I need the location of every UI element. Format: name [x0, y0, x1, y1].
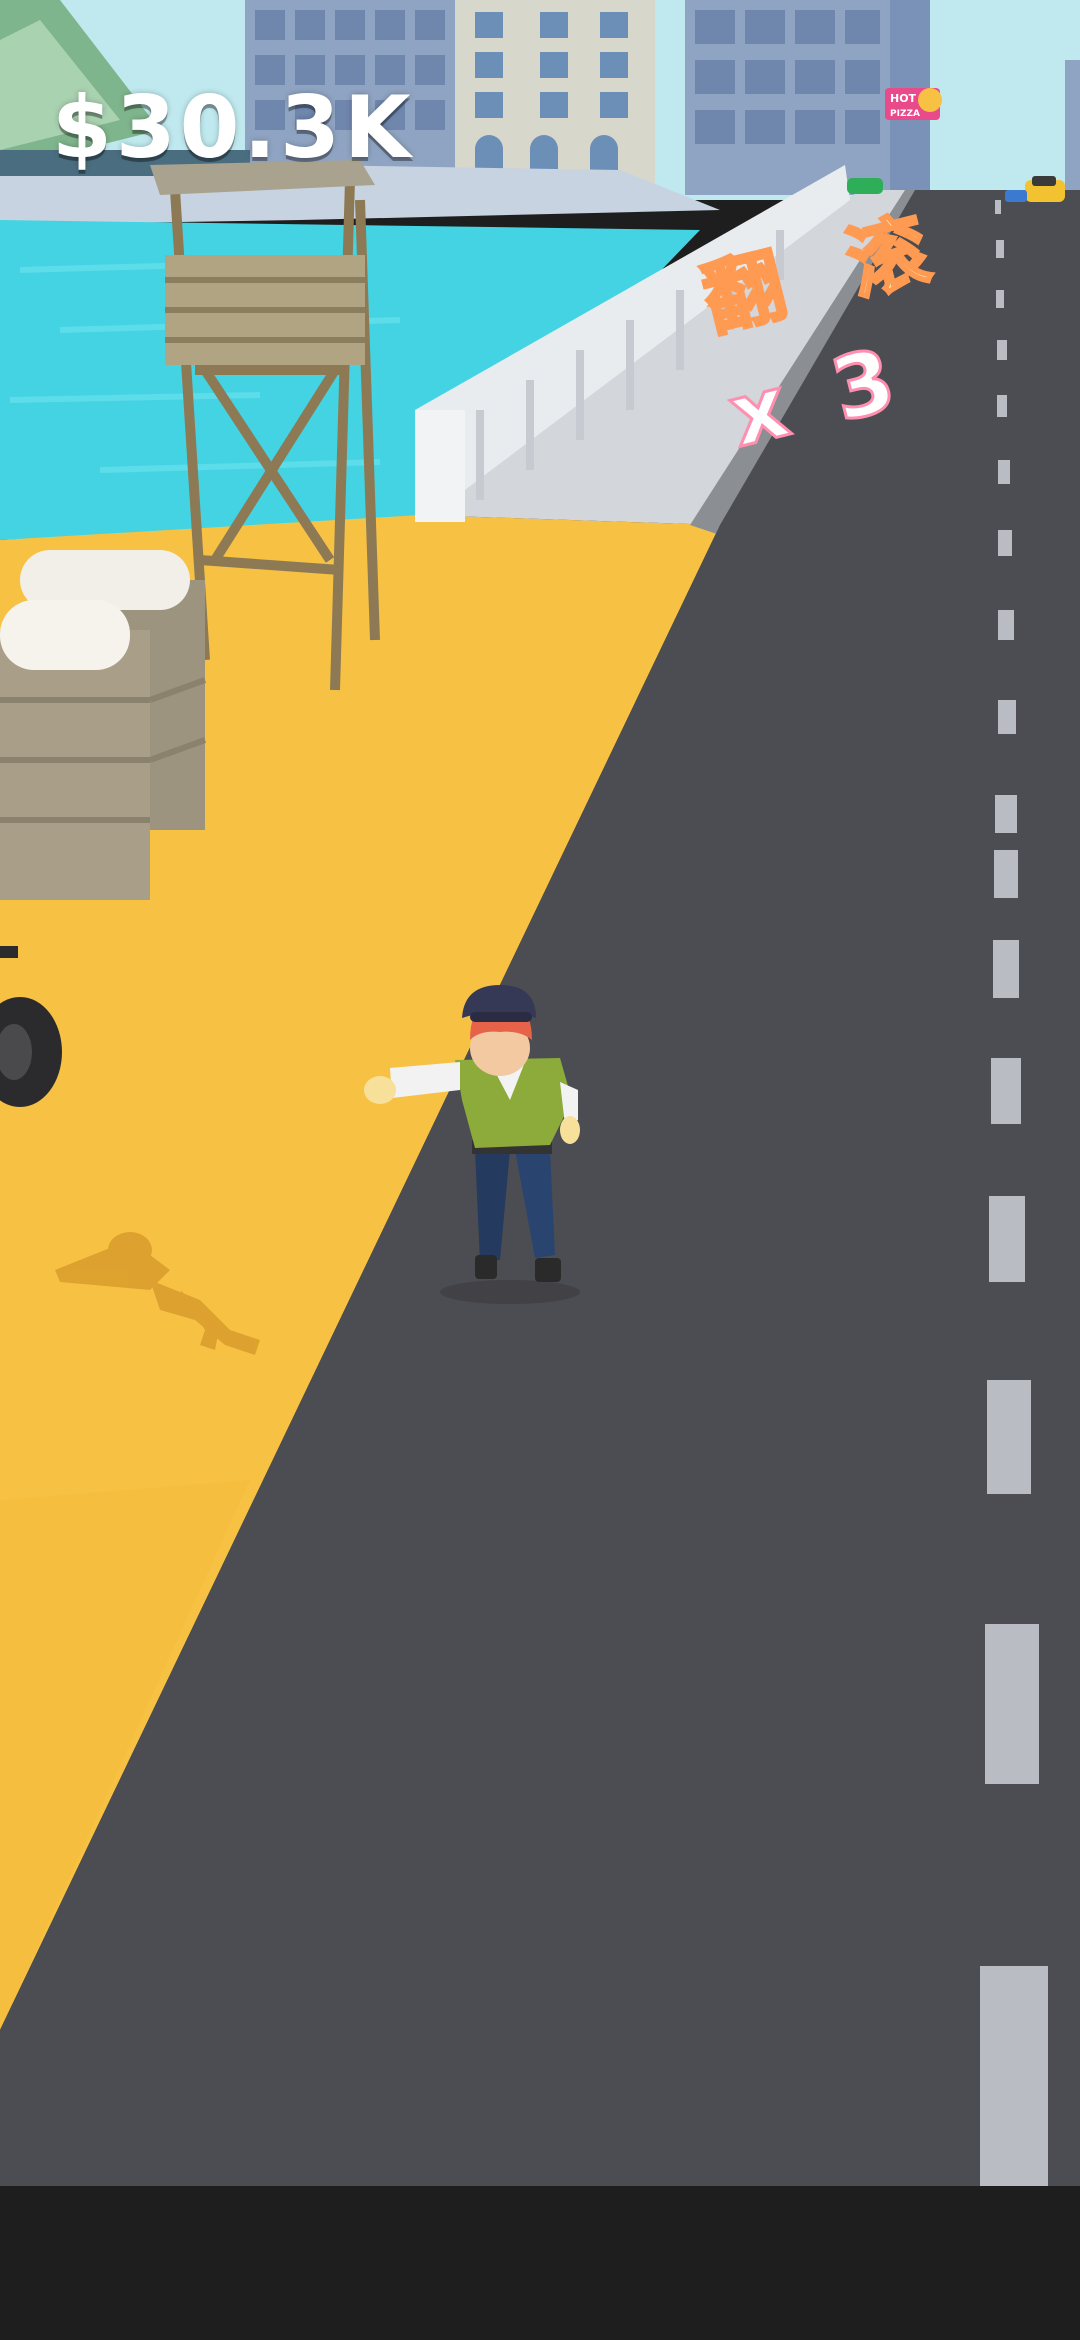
scene-svg: HOT PIZZA: [0, 0, 1080, 2186]
billboard: HOT PIZZA: [885, 88, 942, 120]
car-blue: [1005, 190, 1027, 202]
money-counter: $30.3K: [52, 78, 415, 178]
billboard-line2: PIZZA: [890, 109, 920, 119]
game-scene[interactable]: HOT PIZZA $30.3K 翻 滚 x 3: [0, 0, 1080, 2186]
car-green: [847, 178, 883, 194]
billboard-line1: HOT: [890, 92, 917, 105]
bottom-bar: [0, 2186, 1080, 2340]
